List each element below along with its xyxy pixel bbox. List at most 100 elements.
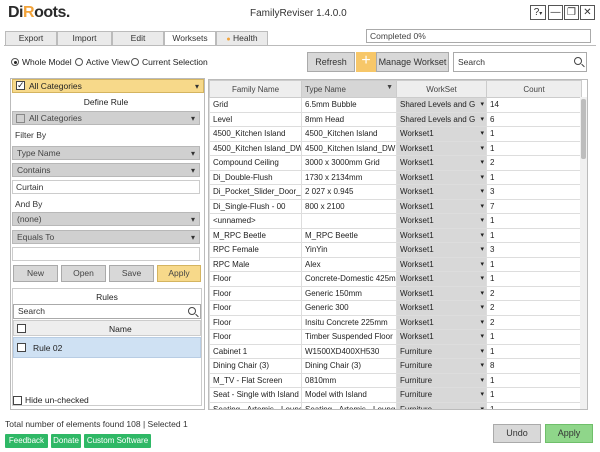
cell-workset[interactable]: Workset1 ▾ — [396, 213, 487, 229]
radio-current-selection[interactable]: Current Selection — [131, 57, 208, 67]
cell-workset[interactable]: Workset1 ▾ — [396, 256, 487, 272]
cell-workset[interactable]: Furniture ▾ — [396, 343, 487, 359]
radio-whole-model[interactable]: Whole Model — [11, 57, 72, 67]
workset-value: Workset1 — [400, 245, 434, 255]
table-row[interactable]: Seating - Artemis - Loung Seating - Artem… — [209, 401, 582, 409]
category-filter[interactable]: All Categories▾ — [12, 79, 204, 93]
grid-scrollbar-thumb[interactable] — [581, 99, 586, 159]
checkbox-icon[interactable] — [13, 396, 22, 405]
cell-workset[interactable]: Workset1 ▾ — [396, 169, 487, 185]
refresh-button[interactable]: Refresh — [307, 52, 355, 72]
cell-workset[interactable]: Workset1 ▾ — [396, 198, 487, 214]
manage-workset-button[interactable]: Manage Workset — [376, 52, 449, 72]
cell-count: 3 — [486, 184, 582, 200]
cell-type-name: 3000 x 3000mm Grid — [301, 155, 397, 171]
table-row[interactable]: 4500_Kitchen Island 4500_Kitchen Island Wo… — [209, 126, 582, 142]
tab-import[interactable]: Import — [57, 31, 112, 45]
tab-export[interactable]: Export — [5, 31, 57, 45]
cell-workset[interactable]: Workset1 ▾ — [396, 155, 487, 171]
filter-by-dropdown[interactable]: Type Name ▾ — [12, 146, 200, 160]
cell-family-name: RPC Female — [209, 242, 302, 258]
help-button[interactable]: ?▾ — [530, 5, 546, 20]
tab-health[interactable]: ● Health — [216, 31, 268, 45]
feedback-button[interactable]: Feedback — [5, 434, 48, 448]
radio-active-view[interactable]: Active View — [75, 57, 130, 67]
cell-workset[interactable]: Workset1 ▾ — [396, 126, 487, 142]
open-rule-button[interactable]: Open — [61, 265, 106, 282]
cell-workset[interactable]: Workset1 ▾ — [396, 227, 487, 243]
operator-dropdown[interactable]: Contains ▾ — [12, 163, 200, 177]
table-row[interactable]: Compound Ceiling 3000 x 3000mm Grid Workse… — [209, 155, 582, 171]
cell-workset[interactable]: Furniture ▾ — [396, 358, 487, 374]
chevron-down-icon: ▾ — [480, 217, 484, 224]
cell-workset[interactable]: Workset1 ▾ — [396, 300, 487, 316]
checkbox-icon[interactable] — [16, 113, 25, 123]
table-row[interactable]: Level 8mm Head Shared Levels and G ▾ 6 — [209, 111, 582, 127]
cell-workset[interactable]: Workset1 ▾ — [396, 285, 487, 301]
operator2-dropdown[interactable]: Equals To ▾ — [12, 230, 200, 244]
table-row[interactable]: Floor Concrete-Domestic 425m Workset1 ▾ 1 — [209, 271, 582, 287]
checkbox-checked-icon[interactable] — [16, 79, 25, 91]
cell-workset[interactable]: Shared Levels and G ▾ — [396, 111, 487, 127]
table-row[interactable]: 4500_Kitchen Island_DW 4500_Kitchen Islan… — [209, 140, 582, 156]
chevron-down-icon: ▾ — [480, 362, 484, 369]
save-rule-button[interactable]: Save — [109, 265, 154, 282]
table-row[interactable]: Floor Generic 150mm Workset1 ▾ 2 — [209, 285, 582, 301]
rules-search-input[interactable]: Search — [13, 304, 201, 319]
table-row[interactable]: Dining Chair (3) Dining Chair (3) Furnitur… — [209, 358, 582, 374]
hide-unchecked-toggle[interactable]: Hide un-checked — [13, 395, 89, 405]
search-input[interactable]: Search — [453, 52, 587, 72]
table-row[interactable]: Floor Generic 300 Workset1 ▾ 2 — [209, 300, 582, 316]
column-header-workset[interactable]: WorkSet — [396, 80, 487, 98]
table-row[interactable]: Cabinet 1 W1500XD400XH530 Furniture ▾ 1 — [209, 343, 582, 359]
cell-workset[interactable]: Workset1 ▾ — [396, 271, 487, 287]
column-header-type-name[interactable]: Type Name ▼ — [301, 80, 397, 98]
cell-workset[interactable]: Shared Levels and G ▾ — [396, 97, 487, 113]
tab-edit[interactable]: Edit — [112, 31, 164, 45]
undo-button[interactable]: Undo — [493, 424, 541, 443]
chevron-down-icon: ▾ — [480, 101, 484, 108]
table-row[interactable]: <unnamed> Workset1 ▾ 1 — [209, 213, 582, 229]
table-row[interactable]: Seat - Single with Island Model with Isla… — [209, 387, 582, 403]
column-header-family-name[interactable]: Family Name — [209, 80, 302, 98]
custom-software-button[interactable]: Custom Software — [84, 434, 151, 448]
table-row[interactable]: M_TV - Flat Screen 0810mm Furniture ▾ 1 — [209, 372, 582, 388]
filter-value-input[interactable]: Curtain — [12, 180, 200, 194]
table-row[interactable]: M_RPC Beetle M_RPC Beetle Workset1 ▾ 1 — [209, 227, 582, 243]
close-button[interactable]: ✕ — [580, 5, 595, 20]
table-row[interactable]: Di_Double-Flush 1730 x 2134mm Workset1 ▾ 1 — [209, 169, 582, 185]
column-header-count[interactable]: Count — [486, 80, 582, 98]
select-all-checkbox-icon[interactable] — [17, 324, 26, 333]
restore-button[interactable]: ❐ — [564, 5, 579, 20]
donate-button[interactable]: Donate — [51, 434, 81, 448]
apply-button[interactable]: Apply — [545, 424, 593, 443]
cell-workset[interactable]: Workset1 ▾ — [396, 140, 487, 156]
table-row[interactable]: RPC Female YinYin Workset1 ▾ 3 — [209, 242, 582, 258]
apply-rule-button[interactable]: Apply — [157, 265, 201, 282]
filter-value2-input[interactable] — [12, 247, 200, 261]
rule-category-dropdown[interactable]: All Categories ▾ — [12, 111, 200, 125]
new-rule-button[interactable]: New — [13, 265, 58, 282]
cell-workset[interactable]: Workset1 ▾ — [396, 314, 487, 330]
cell-workset[interactable]: Furniture ▾ — [396, 401, 487, 409]
table-row[interactable]: Di_Single-Flush - 00 800 x 2100 Workset1 ▾ 7 — [209, 198, 582, 214]
checkbox-icon[interactable] — [17, 343, 26, 352]
cell-count: 1 — [486, 329, 582, 345]
cell-workset[interactable]: Furniture ▾ — [396, 372, 487, 388]
cell-workset[interactable]: Workset1 ▾ — [396, 329, 487, 345]
cell-family-name: Grid — [209, 97, 302, 113]
table-row[interactable]: Di_Pocket_Slider_Door_5l 2 027 x 0.945 Wor… — [209, 184, 582, 200]
table-row[interactable]: RPC Male Alex Workset1 ▾ 1 — [209, 256, 582, 272]
cell-family-name: Floor — [209, 329, 302, 345]
plus-icon[interactable]: + — [356, 52, 376, 72]
cell-workset[interactable]: Furniture ▾ — [396, 387, 487, 403]
table-row[interactable]: Floor Insitu Concrete 225mm Workset1 ▾ 2 — [209, 314, 582, 330]
rule-row[interactable]: Rule 02 — [13, 337, 201, 358]
and-by-dropdown[interactable]: (none) ▾ — [12, 212, 200, 226]
minimize-button[interactable]: — — [548, 5, 563, 20]
table-row[interactable]: Floor Timber Suspended Floor Workset1 ▾ 1 — [209, 329, 582, 345]
tab-worksets[interactable]: Worksets — [164, 31, 216, 46]
cell-workset[interactable]: Workset1 ▾ — [396, 242, 487, 258]
cell-workset[interactable]: Workset1 ▾ — [396, 184, 487, 200]
table-row[interactable]: Grid 6.5mm Bubble Shared Levels and G ▾ 14 — [209, 97, 582, 113]
